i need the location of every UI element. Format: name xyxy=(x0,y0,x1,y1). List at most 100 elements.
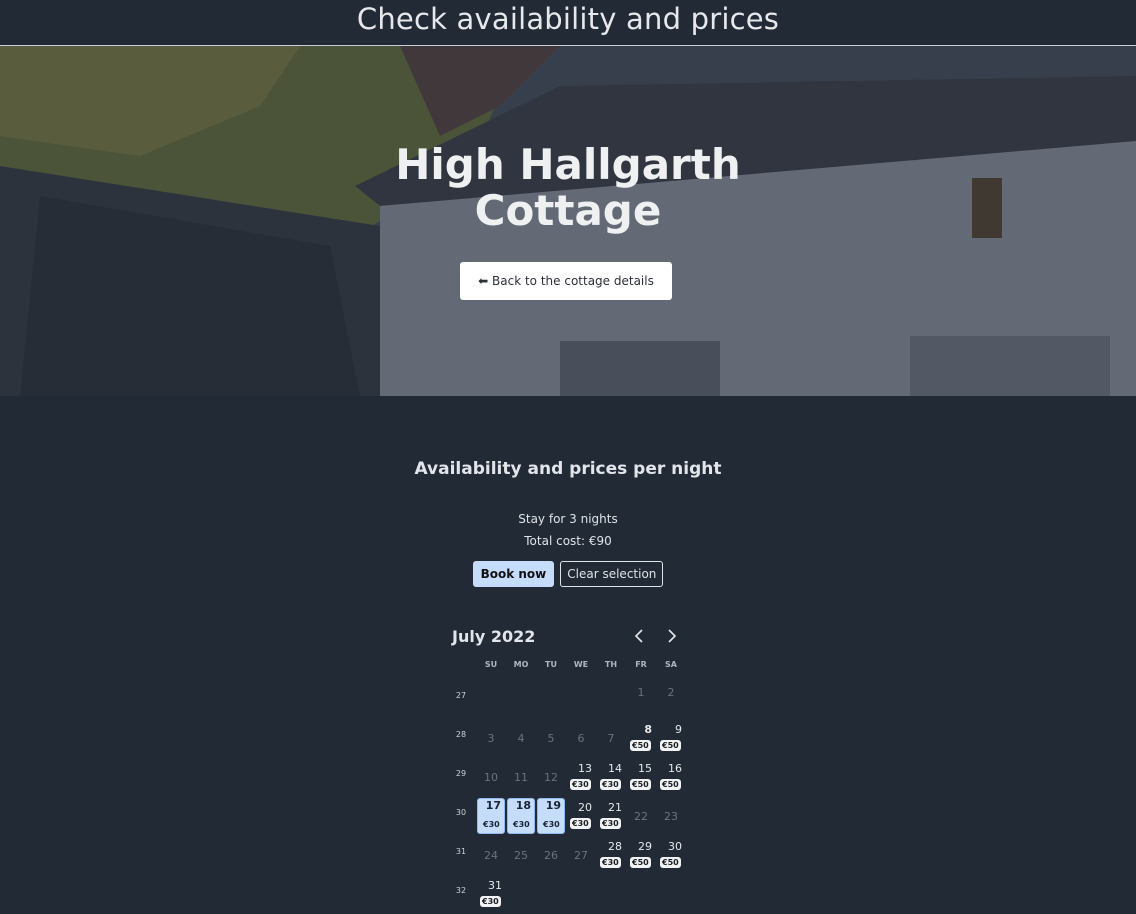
day-number: 30 xyxy=(668,840,682,853)
calendar-header: July 2022 xyxy=(446,622,696,652)
day-number: 17 xyxy=(485,799,501,812)
calendar-day: 3 xyxy=(477,720,505,756)
calendar-day: 5 xyxy=(537,720,565,756)
week-number: 31 xyxy=(455,847,467,856)
calendar-week-row: 32 31 €30 xyxy=(446,877,696,914)
calendar-day[interactable]: 14 €30 xyxy=(597,759,625,795)
night-price-badge: €50 xyxy=(660,779,681,790)
week-number: 29 xyxy=(455,769,467,778)
calendar-week-row: 28 3 4 5 6 7 8 €50 9 €50 xyxy=(446,721,696,758)
week-number: 30 xyxy=(455,808,467,817)
day-number: 26 xyxy=(544,849,558,862)
calendar-day: 24 xyxy=(477,837,505,873)
weekday-su: SU xyxy=(484,660,498,669)
page-title: Check availability and prices xyxy=(356,2,780,36)
calendar-day[interactable]: 21 €30 xyxy=(597,798,625,834)
clear-selection-button[interactable]: Clear selection xyxy=(560,561,664,587)
day-number: 18 xyxy=(515,799,531,812)
cottage-name-line-1: High Hallgarth xyxy=(395,140,741,189)
night-price-badge: €30 xyxy=(570,779,591,790)
back-to-details-button[interactable]: ⬅ Back to the cottage details xyxy=(460,262,672,300)
calendar-day[interactable]: 28 €30 xyxy=(597,837,625,873)
calendar-day[interactable]: 29 €50 xyxy=(627,837,655,873)
chevron-left-icon[interactable] xyxy=(630,626,650,646)
calendar-day: 6 xyxy=(567,720,595,756)
day-number: 31 xyxy=(488,879,502,892)
weekday-th: TH xyxy=(604,660,618,669)
book-now-button[interactable]: Book now xyxy=(472,561,555,587)
night-price-badge: €30 xyxy=(600,818,621,829)
calendar-month-label: July 2022 xyxy=(452,627,536,646)
night-price-badge: €50 xyxy=(660,740,681,751)
day-number: 24 xyxy=(484,849,498,862)
weekday-header: SU MO TU WE TH FR SA xyxy=(446,660,696,672)
calendar-day[interactable]: 20 €30 xyxy=(567,798,595,834)
calendar-day[interactable]: 15 €50 xyxy=(627,759,655,795)
calendar-day[interactable]: 13 €30 xyxy=(567,759,595,795)
chevron-right-icon[interactable] xyxy=(661,626,681,646)
day-number: 5 xyxy=(547,732,555,745)
calendar-day[interactable]: 19 €30 xyxy=(537,798,565,834)
night-price-badge: €50 xyxy=(630,740,651,751)
week-number: 27 xyxy=(455,691,467,700)
calendar-day: 11 xyxy=(507,759,535,795)
night-price-badge: €30 xyxy=(600,857,621,868)
day-number: 22 xyxy=(634,810,648,823)
day-number: 6 xyxy=(577,732,585,745)
calendar-day: 12 xyxy=(537,759,565,795)
night-price-badge: €30 xyxy=(483,820,500,829)
week-number: 28 xyxy=(455,730,467,739)
day-number: 12 xyxy=(544,771,558,784)
day-number: 13 xyxy=(578,762,592,775)
day-number: 28 xyxy=(608,840,622,853)
week-number: 32 xyxy=(455,886,467,895)
availability-calendar: July 2022 SU MO TU WE TH FR SA 27 1 2 28 3 4 5 6 7 8 €50… xyxy=(446,622,696,907)
calendar-week-row: 31 24 25 26 27 28 €30 29 €50 30 €50 xyxy=(446,838,696,875)
availability-heading: Availability and prices per night xyxy=(414,459,722,479)
weekday-we: WE xyxy=(573,660,589,669)
day-number: 14 xyxy=(608,762,622,775)
calendar-day: 23 xyxy=(657,798,685,834)
day-number: 11 xyxy=(514,771,528,784)
day-number: 2 xyxy=(667,686,675,699)
calendar-week-row: 29 10 11 12 13 €30 14 €30 15 €50 16 €50 xyxy=(446,760,696,797)
night-price-badge: €30 xyxy=(513,820,530,829)
calendar-day: 10 xyxy=(477,759,505,795)
availability-section: Availability and prices per night Stay f… xyxy=(0,396,1136,587)
day-number: 16 xyxy=(668,762,682,775)
calendar-day: 22 xyxy=(627,798,655,834)
night-price-badge: €50 xyxy=(630,857,651,868)
calendar-day[interactable]: 31 €30 xyxy=(477,876,505,912)
day-number: 10 xyxy=(484,771,498,784)
cottage-name-line-2: Cottage xyxy=(474,186,662,235)
calendar-day: 26 xyxy=(537,837,565,873)
calendar-day: 1 xyxy=(627,674,655,710)
day-number: 25 xyxy=(514,849,528,862)
calendar-day[interactable]: 17 €30 xyxy=(477,798,505,834)
calendar-day[interactable]: 30 €50 xyxy=(657,837,685,873)
day-number: 21 xyxy=(608,801,622,814)
calendar-week-row: 30 17 €30 18 €30 19 €30 20 €30 21 €30 22 23 xyxy=(446,798,696,836)
day-number: 15 xyxy=(638,762,652,775)
night-price-badge: €50 xyxy=(660,857,681,868)
calendar-day[interactable]: 9 €50 xyxy=(657,720,685,756)
night-price-badge: €30 xyxy=(543,820,560,829)
calendar-day[interactable]: 18 €30 xyxy=(507,798,535,834)
night-price-badge: €30 xyxy=(600,779,621,790)
calendar-day[interactable]: 8 €50 xyxy=(627,720,655,756)
calendar-day[interactable]: 16 €50 xyxy=(657,759,685,795)
total-cost: Total cost: €90 xyxy=(524,534,612,548)
top-bar: Check availability and prices xyxy=(0,0,1136,46)
weekday-mo: MO xyxy=(513,660,529,669)
hero-banner: High Hallgarth Cottage ⬅ Back to the cot… xyxy=(0,46,1136,396)
day-number: 23 xyxy=(664,810,678,823)
calendar-week-row: 27 1 2 xyxy=(446,682,696,719)
calendar-day: 25 xyxy=(507,837,535,873)
day-number: 4 xyxy=(517,732,525,745)
weekday-fr: FR xyxy=(635,660,647,669)
day-number: 19 xyxy=(545,799,561,812)
calendar-day: 27 xyxy=(567,837,595,873)
weekday-tu: TU xyxy=(545,660,557,669)
stay-summary: Stay for 3 nights xyxy=(518,512,618,526)
calendar-day: 4 xyxy=(507,720,535,756)
